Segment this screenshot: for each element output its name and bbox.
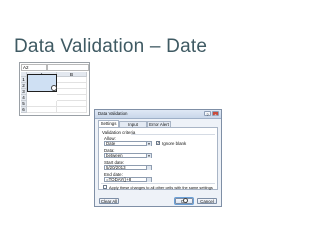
data-value: between: [106, 153, 123, 158]
spreadsheet-thumbnail: A2 A B 1 2 3 4 5 6 Dates: [19, 62, 90, 116]
name-box-value: A2: [23, 65, 29, 70]
end-date-field[interactable]: =TODAY()+8: [104, 177, 152, 182]
range-picker-icon[interactable]: [146, 178, 151, 182]
mouse-cursor-icon: [51, 85, 57, 91]
dialog-titlebar[interactable]: Data Validation ? ×: [95, 110, 221, 119]
help-button[interactable]: ?: [204, 111, 211, 117]
apply-divider: [101, 183, 215, 184]
name-box[interactable]: A2: [21, 64, 47, 71]
allow-dropdown[interactable]: Date ▼: [104, 141, 152, 146]
ignore-blank-label: Ignore blank: [162, 141, 187, 146]
dialog-title: Data Validation: [98, 111, 128, 116]
close-button[interactable]: ×: [212, 111, 219, 117]
range-picker-icon[interactable]: [146, 166, 151, 170]
cell-b6[interactable]: [57, 107, 87, 113]
start-date-value: 5/20/2013: [106, 165, 126, 170]
chevron-down-icon: ▼: [146, 154, 151, 158]
clear-all-button[interactable]: Clear All: [99, 198, 119, 204]
formula-bar[interactable]: [47, 64, 89, 71]
apply-all-checkbox[interactable]: [103, 185, 107, 189]
mouse-cursor-icon: [183, 198, 188, 203]
criteria-divider: [131, 134, 215, 135]
cancel-button[interactable]: Cancel: [197, 198, 217, 204]
ignore-blank-checkbox[interactable]: ✓: [156, 141, 160, 145]
chevron-down-icon: ▼: [146, 142, 151, 146]
apply-all-label: Apply these changes to all other cells w…: [109, 185, 213, 190]
end-date-value: =TODAY()+8: [106, 177, 132, 182]
data-validation-dialog: Data Validation ? × Settings Input Messa…: [94, 109, 222, 207]
start-date-field[interactable]: 5/20/2013: [104, 165, 152, 170]
data-dropdown[interactable]: between ▼: [104, 153, 152, 158]
slide-title: Data Validation – Date: [14, 36, 208, 57]
allow-value: Date: [106, 141, 116, 146]
cell-a6[interactable]: [27, 107, 57, 113]
settings-panel: Validation criteria Allow: Date ▼ ✓ Igno…: [98, 127, 218, 190]
tab-settings[interactable]: Settings: [98, 120, 119, 127]
